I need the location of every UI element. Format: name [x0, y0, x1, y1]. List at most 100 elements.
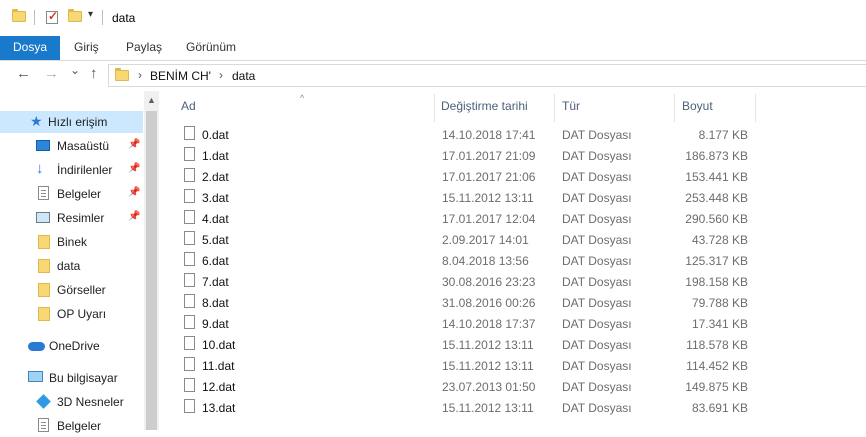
customize-dropdown-icon[interactable]: ▾	[88, 9, 93, 20]
back-button[interactable]: ←	[16, 65, 31, 82]
column-divider[interactable]	[554, 94, 555, 122]
file-row[interactable]: 1.dat 17.01.2017 21:09 DAT Dosyası 186.8…	[180, 145, 760, 166]
file-type: DAT Dosyası	[562, 128, 632, 142]
file-icon	[184, 252, 195, 266]
file-name: 7.dat	[202, 275, 229, 289]
file-row[interactable]: 8.dat 31.08.2016 00:26 DAT Dosyası 79.78…	[180, 292, 760, 313]
nav-item-quick-access[interactable]: ★ Hızlı erişim	[0, 111, 143, 133]
file-date: 8.04.2018 13:56	[442, 254, 529, 268]
file-row[interactable]: 13.dat 15.11.2012 13:11 DAT Dosyası 83.6…	[180, 397, 760, 418]
file-row[interactable]: 2.dat 17.01.2017 21:06 DAT Dosyası 153.4…	[180, 166, 760, 187]
column-header-size[interactable]: Boyut	[682, 99, 713, 123]
column-divider[interactable]	[434, 94, 435, 122]
breadcrumb-separator: ›	[219, 68, 223, 82]
file-date: 15.11.2012 13:11	[442, 401, 534, 415]
file-icon	[184, 294, 195, 308]
file-size: 17.341 KB	[691, 317, 748, 331]
nav-item-3d-objects[interactable]: 3D Nesneler	[0, 391, 143, 413]
file-name: 11.dat	[202, 359, 235, 373]
file-date: 17.01.2017 21:06	[442, 170, 536, 184]
file-type: DAT Dosyası	[562, 359, 632, 373]
nav-item-documents[interactable]: Belgeler	[0, 415, 143, 437]
breadcrumb-item[interactable]: BENİM CH'	[150, 69, 211, 83]
column-divider[interactable]	[755, 94, 756, 122]
scroll-up-arrow-icon[interactable]: ▲	[147, 95, 156, 105]
nav-item-onedrive[interactable]: OneDrive	[0, 335, 143, 357]
tab-view[interactable]: Görünüm	[186, 36, 236, 60]
nav-item-desktop[interactable]: Masaüstü 📌	[0, 135, 143, 157]
file-name: 13.dat	[202, 401, 236, 415]
nav-item-pictures[interactable]: Resimler 📌	[0, 207, 143, 229]
pin-icon[interactable]: 📌	[128, 211, 140, 222]
nav-item-this-pc[interactable]: Bu bilgisayar	[0, 367, 143, 389]
file-icon	[184, 399, 195, 413]
file-size: 118.578 KB	[686, 338, 748, 352]
file-row[interactable]: 3.dat 15.11.2012 13:11 DAT Dosyası 253.4…	[180, 187, 760, 208]
file-icon	[184, 357, 195, 371]
pin-icon[interactable]: 📌	[128, 139, 140, 150]
file-type: DAT Dosyası	[562, 275, 632, 289]
nav-item-data[interactable]: data	[0, 255, 143, 277]
recent-locations-button[interactable]: ⌄	[70, 63, 80, 77]
file-date: 15.11.2012 13:11	[442, 338, 534, 352]
file-row[interactable]: 10.dat 15.11.2012 13:11 DAT Dosyası 118.…	[180, 334, 760, 355]
nav-item-label: Belgeler	[57, 187, 102, 201]
up-button[interactable]: ↑	[90, 65, 98, 82]
file-row[interactable]: 0.dat 14.10.2018 17:41 DAT Dosyası 8.177…	[180, 124, 760, 145]
file-row[interactable]: 11.dat 15.11.2012 13:11 DAT Dosyası 114.…	[180, 355, 760, 376]
file-type: DAT Dosyası	[562, 401, 632, 415]
nav-item-label: OP Uyarı	[57, 307, 107, 321]
file-icon	[184, 189, 195, 203]
scrollbar-thumb[interactable]	[146, 111, 157, 430]
address-bar[interactable]: › BENİM CH' › data	[108, 64, 866, 87]
file-date: 30.08.2016 23:23	[442, 275, 536, 289]
nav-pane-scrollbar[interactable]: ▲	[144, 91, 159, 430]
properties-icon[interactable]	[46, 9, 58, 24]
file-date: 2.09.2017 14:01	[442, 233, 529, 247]
pin-icon[interactable]: 📌	[128, 187, 140, 198]
breadcrumb-item[interactable]: data	[232, 69, 255, 83]
file-row[interactable]: 7.dat 30.08.2016 23:23 DAT Dosyası 198.1…	[180, 271, 760, 292]
nav-item-op-uyari[interactable]: OP Uyarı	[0, 303, 143, 325]
file-row[interactable]: 9.dat 14.10.2018 17:37 DAT Dosyası 17.34…	[180, 313, 760, 334]
file-type: DAT Dosyası	[562, 212, 632, 226]
column-header-type[interactable]: Tür	[562, 99, 580, 123]
sort-indicator-icon: ^	[300, 93, 305, 103]
tab-home[interactable]: Giriş	[74, 36, 99, 60]
column-header-date-modified[interactable]: Değiştirme tarihi	[441, 99, 528, 123]
file-date: 14.10.2018 17:37	[442, 317, 536, 331]
tab-file[interactable]: Dosya	[0, 36, 60, 60]
column-divider[interactable]	[674, 94, 675, 122]
file-icon	[184, 147, 195, 161]
nav-item-label: İndirilenler	[57, 163, 113, 177]
new-folder-icon[interactable]	[68, 9, 82, 22]
file-icon	[184, 315, 195, 329]
file-row[interactable]: 5.dat 2.09.2017 14:01 DAT Dosyası 43.728…	[180, 229, 760, 250]
file-type: DAT Dosyası	[562, 191, 632, 205]
pin-icon[interactable]: 📌	[128, 163, 140, 174]
file-row[interactable]: 4.dat 17.01.2017 12:04 DAT Dosyası 290.5…	[180, 208, 760, 229]
navigation-bar: ← → ⌄ ↑ › BENİM CH' › data	[0, 61, 866, 91]
nav-item-binek[interactable]: Binek	[0, 231, 143, 253]
tab-share[interactable]: Paylaş	[126, 36, 162, 60]
file-name: 1.dat	[202, 149, 229, 163]
file-type: DAT Dosyası	[562, 338, 632, 352]
window-title: data	[112, 11, 136, 25]
file-row[interactable]: 6.dat 8.04.2018 13:56 DAT Dosyası 125.31…	[180, 250, 760, 271]
nav-item-gorseller[interactable]: Görseller	[0, 279, 143, 301]
file-icon	[184, 378, 195, 392]
file-type: DAT Dosyası	[562, 170, 632, 184]
file-date: 23.07.2013 01:50	[442, 380, 536, 394]
column-header-name[interactable]: Ad	[181, 99, 196, 123]
3d-objects-icon	[36, 394, 51, 409]
file-date: 15.11.2012 13:11	[442, 359, 534, 373]
nav-item-documents[interactable]: Belgeler 📌	[0, 183, 143, 205]
nav-item-downloads[interactable]: ↓ İndirilenler 📌	[0, 159, 143, 181]
nav-item-label: Masaüstü	[57, 139, 110, 153]
file-row[interactable]: 12.dat 23.07.2013 01:50 DAT Dosyası 149.…	[180, 376, 760, 397]
forward-button[interactable]: →	[44, 65, 59, 82]
pictures-icon	[36, 212, 50, 223]
file-type: DAT Dosyası	[562, 317, 632, 331]
file-type: DAT Dosyası	[562, 254, 632, 268]
folder-icon[interactable]	[12, 9, 26, 22]
